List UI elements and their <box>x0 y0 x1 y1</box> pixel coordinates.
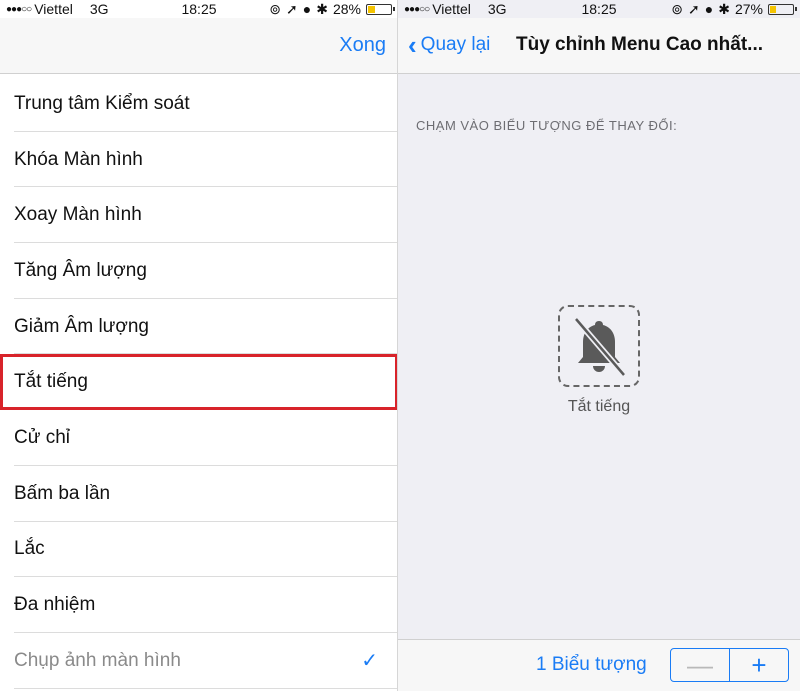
alarm-icon: ⊚ <box>671 1 684 17</box>
list-item[interactable]: Tăng Âm lượng <box>0 243 398 299</box>
location-icon: ➚ <box>688 1 700 17</box>
back-label: Quay lại <box>420 34 491 55</box>
status-bar: ●●●○○ Viettel 3G 18:25 ⊚ ➚ ● ✱ 28% <box>0 0 398 18</box>
list-item-label: Tăng Âm lượng <box>14 259 147 281</box>
list-item[interactable]: Trung tâm Kiểm soát <box>0 76 398 132</box>
done-button[interactable]: Xong <box>339 34 386 57</box>
decrement-button[interactable]: — <box>671 649 730 681</box>
battery-percent: 28% <box>332 1 361 17</box>
list-item-label: Chụp ảnh màn hình <box>14 649 181 671</box>
list-item[interactable]: Bấm ba lần <box>0 466 398 522</box>
list-item[interactable]: Đa nhiệm <box>0 577 398 633</box>
action-list: Trung tâm Kiểm soát Khóa Màn hình Xoay Màn… <box>0 76 398 689</box>
list-item-label: Khóa Màn hình <box>14 148 143 170</box>
carrier-name: Viettel <box>34 1 73 17</box>
nav-bar: Xong <box>0 18 398 74</box>
bluetooth-icon: ✱ <box>718 1 730 17</box>
icon-count-stepper[interactable]: — + <box>670 648 789 682</box>
customize-menu-pane: ●●●○○ Viettel 3G 18:25 ⊚ ➚ ● ✱ 27% ‹ Qua… <box>398 0 800 691</box>
signal-dots-icon: ●●●○○ <box>6 3 32 15</box>
list-item[interactable]: Cử chỉ <box>0 410 398 466</box>
increment-button[interactable]: + <box>730 649 788 681</box>
list-item[interactable]: Giảm Âm lượng <box>0 299 398 355</box>
list-item[interactable]: Khóa Màn hình <box>0 132 398 188</box>
action-select-pane: ●●●○○ Viettel 3G 18:25 ⊚ ➚ ● ✱ 28% Xong … <box>0 0 398 691</box>
alarm-icon: ⊚ <box>269 1 282 17</box>
list-item-label: Xoay Màn hình <box>14 204 142 226</box>
list-item-label: Giảm Âm lượng <box>14 315 149 337</box>
mute-bell-icon <box>573 317 627 377</box>
bottom-toolbar: 1 Biểu tượng — + <box>398 639 800 691</box>
orientation-lock-icon: ● <box>704 1 714 17</box>
checkmark-icon: ✓ <box>361 650 378 673</box>
list-item-label: Đa nhiệm <box>14 594 96 616</box>
carrier-name: Viettel <box>432 1 471 17</box>
list-item-label: Bấm ba lần <box>14 482 111 504</box>
battery-icon <box>768 3 797 15</box>
menu-icon-label: Tắt tiếng <box>567 398 631 415</box>
network-type: 3G <box>89 1 109 17</box>
nav-bar: ‹ Quay lại Tùy chỉnh Menu Cao nhất... <box>398 18 800 74</box>
list-item-label: Tắt tiếng <box>14 371 88 393</box>
list-item-label: Cử chỉ <box>14 426 71 448</box>
status-bar: ●●●○○ Viettel 3G 18:25 ⊚ ➚ ● ✱ 27% <box>398 0 800 18</box>
clock: 18:25 <box>581 1 617 17</box>
back-button[interactable]: ‹ Quay lại <box>408 30 491 60</box>
location-icon: ➚ <box>286 1 298 17</box>
list-item[interactable]: Xoay Màn hình <box>0 187 398 243</box>
battery-icon <box>366 3 395 15</box>
list-item[interactable]: Tắt tiếng <box>0 354 398 411</box>
list-item[interactable]: Chụp ảnh màn hình ✓ <box>0 633 398 689</box>
clock: 18:25 <box>181 1 217 17</box>
menu-icon-slot[interactable] <box>558 305 640 387</box>
bluetooth-icon: ✱ <box>316 1 328 17</box>
instruction-label: CHẠM VÀO BIỂU TƯỢNG ĐỂ THAY ĐỔI: <box>416 118 678 133</box>
list-item-label: Lắc <box>14 538 45 560</box>
list-item[interactable]: Lắc <box>0 522 398 578</box>
network-type: 3G <box>487 1 507 17</box>
signal-dots-icon: ●●●○○ <box>404 3 430 15</box>
page-title: Tùy chỉnh Menu Cao nhất... <box>516 34 763 55</box>
list-item-label: Trung tâm Kiểm soát <box>14 92 190 114</box>
battery-percent: 27% <box>734 1 763 17</box>
orientation-lock-icon: ● <box>302 1 312 17</box>
icon-count-label: 1 Biểu tượng <box>536 654 647 675</box>
chevron-left-icon: ‹ <box>408 30 417 60</box>
